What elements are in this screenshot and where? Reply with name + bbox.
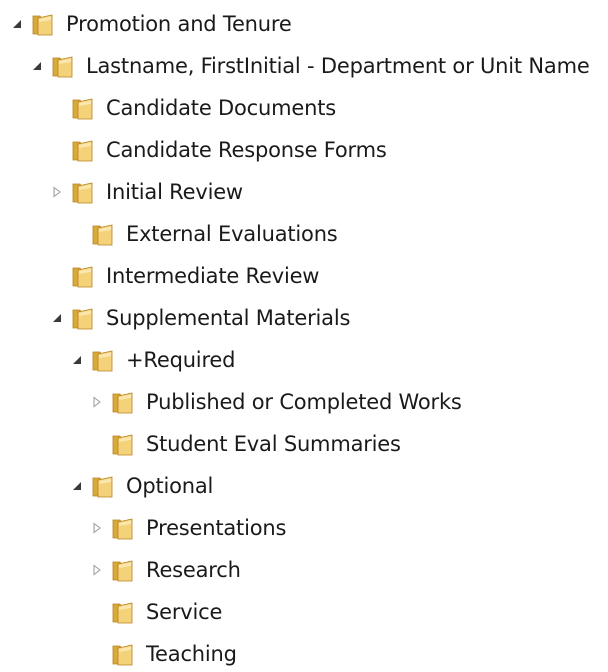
folder-tree: Promotion and Tenure Lastname, FirstInit… xyxy=(0,0,608,669)
tree-node-label: Candidate Documents xyxy=(106,96,336,120)
folder-icon xyxy=(70,179,96,205)
tree-node-label: Optional xyxy=(126,474,214,498)
tree-node-required[interactable]: +Required xyxy=(70,342,235,378)
folder-icon xyxy=(110,515,136,541)
folder-icon xyxy=(70,263,96,289)
tree-node-label: Published or Completed Works xyxy=(146,390,462,414)
tree-node-supplemental-materials[interactable]: Supplemental Materials xyxy=(50,300,350,336)
tree-node-service[interactable]: Service xyxy=(90,594,222,630)
collapsed-arrow-icon[interactable] xyxy=(50,185,64,199)
tree-node-label: Candidate Response Forms xyxy=(106,138,387,162)
tree-node-label: Supplemental Materials xyxy=(106,306,351,330)
tree-node-label: Service xyxy=(146,600,223,624)
tree-node-label: Intermediate Review xyxy=(106,264,320,288)
tree-node-department[interactable]: Lastname, FirstInitial - Department or U… xyxy=(30,48,590,84)
tree-node-label: Teaching xyxy=(146,642,237,666)
tree-node-label: External Evaluations xyxy=(126,222,338,246)
folder-icon xyxy=(70,137,96,163)
tree-node-student-eval-summaries[interactable]: Student Eval Summaries xyxy=(90,426,401,462)
expanded-arrow-icon[interactable] xyxy=(70,479,84,493)
tree-node-presentations[interactable]: Presentations xyxy=(90,510,286,546)
expanded-arrow-icon[interactable] xyxy=(30,59,44,73)
folder-icon xyxy=(90,221,116,247)
expanded-arrow-icon[interactable] xyxy=(50,311,64,325)
collapsed-arrow-icon[interactable] xyxy=(90,521,104,535)
folder-icon xyxy=(30,11,56,37)
folder-icon xyxy=(70,95,96,121)
tree-node-label: Presentations xyxy=(146,516,287,540)
tree-node-promotion-and-tenure[interactable]: Promotion and Tenure xyxy=(10,6,292,42)
folder-icon xyxy=(50,53,76,79)
tree-node-initial-review[interactable]: Initial Review xyxy=(50,174,243,210)
folder-icon xyxy=(90,473,116,499)
folder-icon xyxy=(70,305,96,331)
folder-icon xyxy=(110,599,136,625)
tree-node-optional[interactable]: Optional xyxy=(70,468,213,504)
folder-icon xyxy=(110,641,136,667)
tree-node-label: Research xyxy=(146,558,241,582)
tree-node-published-works[interactable]: Published or Completed Works xyxy=(90,384,462,420)
tree-node-label: Promotion and Tenure xyxy=(66,12,292,36)
collapsed-arrow-icon[interactable] xyxy=(90,395,104,409)
folder-icon xyxy=(110,389,136,415)
tree-node-candidate-documents[interactable]: Candidate Documents xyxy=(50,90,336,126)
tree-node-label: Student Eval Summaries xyxy=(146,432,401,456)
tree-node-teaching[interactable]: Teaching xyxy=(90,636,237,672)
collapsed-arrow-icon[interactable] xyxy=(90,563,104,577)
folder-icon xyxy=(90,347,116,373)
tree-node-label: Lastname, FirstInitial - Department or U… xyxy=(86,54,590,78)
tree-node-intermediate-review[interactable]: Intermediate Review xyxy=(50,258,319,294)
expanded-arrow-icon[interactable] xyxy=(70,353,84,367)
folder-icon xyxy=(110,557,136,583)
tree-node-label: +Required xyxy=(126,348,236,372)
expanded-arrow-icon[interactable] xyxy=(10,17,24,31)
tree-node-candidate-response-forms[interactable]: Candidate Response Forms xyxy=(50,132,387,168)
tree-node-external-evaluations[interactable]: External Evaluations xyxy=(70,216,338,252)
folder-icon xyxy=(110,431,136,457)
tree-node-research[interactable]: Research xyxy=(90,552,241,588)
tree-node-label: Initial Review xyxy=(106,180,243,204)
